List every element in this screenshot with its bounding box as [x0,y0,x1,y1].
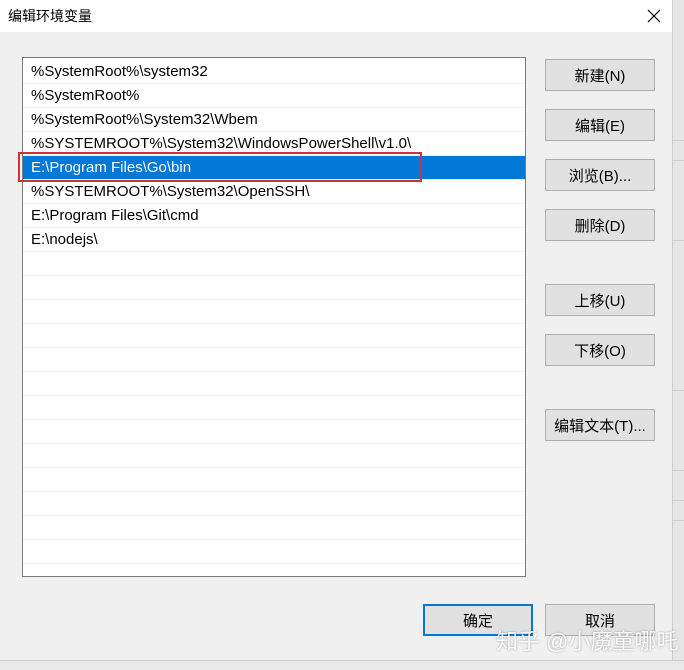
list-item-selected[interactable]: E:\Program Files\Go\bin [23,156,525,180]
path-list[interactable]: %SystemRoot%\system32 %SystemRoot% %Syst… [22,57,526,577]
list-item[interactable]: %SYSTEMROOT%\System32\WindowsPowerShell\… [23,132,525,156]
background-window-edge [672,0,684,669]
list-item-text: %SYSTEMROOT%\System32\OpenSSH\ [31,183,310,200]
list-item[interactable]: E:\nodejs\ [23,228,525,252]
move-down-button[interactable]: 下移(O) [545,334,655,366]
edit-button[interactable]: 编辑(E) [545,109,655,141]
list-item-text: %SYSTEMROOT%\System32\WindowsPowerShell\… [31,135,412,152]
move-up-button[interactable]: 上移(U) [545,284,655,316]
list-item-text: E:\Program Files\Go\bin [31,159,192,176]
title-bar: 编辑环境变量 [0,0,684,32]
watermark: 知乎 @小魔童哪吒 [496,629,679,654]
list-item-text: %SystemRoot%\System32\Wbem [31,111,258,128]
list-item[interactable]: %SYSTEMROOT%\System32\OpenSSH\ [23,180,525,204]
empty-row [23,348,525,372]
list-item[interactable]: E:\Program Files\Git\cmd [23,204,525,228]
empty-row [23,420,525,444]
list-item-text: E:\Program Files\Git\cmd [31,207,199,224]
empty-row [23,324,525,348]
empty-row [23,444,525,468]
empty-row [23,540,525,564]
close-icon [647,9,661,23]
close-button[interactable] [638,0,670,32]
empty-row [23,516,525,540]
list-item-text: %SystemRoot% [31,87,140,104]
list-item[interactable]: %SystemRoot%\system32 [23,60,525,84]
empty-row [23,300,525,324]
list-item[interactable]: %SystemRoot%\System32\Wbem [23,108,525,132]
dialog-title: 编辑环境变量 [8,8,92,24]
empty-row [23,396,525,420]
list-item[interactable]: %SystemRoot% [23,84,525,108]
edit-text-button[interactable]: 编辑文本(T)... [545,409,655,441]
list-item-text: %SystemRoot%\system32 [31,63,208,80]
empty-row [23,252,525,276]
list-item-text: E:\nodejs\ [31,231,98,248]
empty-row [23,492,525,516]
empty-row [23,468,525,492]
new-button[interactable]: 新建(N) [545,59,655,91]
empty-row [23,372,525,396]
empty-row [23,276,525,300]
browse-button[interactable]: 浏览(B)... [545,159,655,191]
delete-button[interactable]: 删除(D) [545,209,655,241]
